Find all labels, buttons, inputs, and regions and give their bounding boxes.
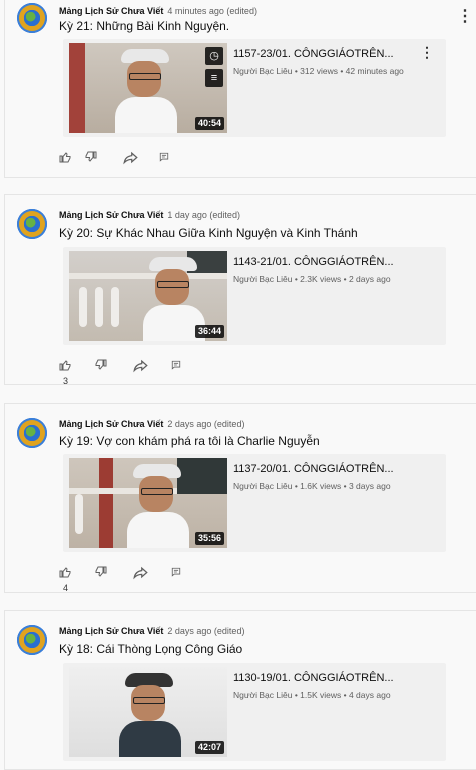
comment-text: Kỳ 20: Sự Khác Nhau Giữa Kinh Nguyện và … bbox=[59, 226, 358, 240]
video-thumbnail[interactable]: 35:56 bbox=[69, 458, 227, 548]
avatar[interactable] bbox=[17, 625, 47, 655]
author-name[interactable]: Mảng Lịch Sử Chưa Viết bbox=[59, 210, 163, 220]
reply-icon[interactable] bbox=[159, 149, 169, 165]
like-count: 3 bbox=[63, 376, 69, 386]
video-duration: 35:56 bbox=[194, 532, 224, 545]
queue-icon[interactable]: ≡ bbox=[205, 69, 223, 87]
author-line: Mảng Lịch Sử Chưa Viết 2 days ago (edited… bbox=[59, 418, 244, 430]
video-embed[interactable]: 36:44 1143-21/01. CÔNGGIÁOTRÊN... Người … bbox=[63, 247, 446, 345]
author-name[interactable]: Mảng Lịch Sử Chưa Viết bbox=[59, 419, 163, 429]
video-title[interactable]: 1130-19/01. CÔNGGIÁOTRÊN... bbox=[233, 671, 394, 685]
video-duration: 40:54 bbox=[194, 117, 224, 130]
video-title[interactable]: 1143-21/01. CÔNGGIÁOTRÊN... bbox=[233, 255, 394, 269]
video-meta: Người Bạc Liêu • 312 views • 42 minutes … bbox=[233, 66, 404, 76]
video-embed[interactable]: ◷ ≡ 40:54 1157-23/01. CÔNGGIÁOTRÊN... Ng… bbox=[63, 39, 446, 137]
video-embed[interactable]: 35:56 1137-20/01. CÔNGGIÁOTRÊN... Người … bbox=[63, 454, 446, 552]
video-embed[interactable]: 42:07 1130-19/01. CÔNGGIÁOTRÊN... Người … bbox=[63, 663, 446, 761]
comment-timestamp[interactable]: 1 day ago (edited) bbox=[167, 210, 240, 220]
author-line: Mảng Lịch Sử Chưa Viết 2 days ago (edited… bbox=[59, 625, 244, 637]
more-vert-icon[interactable]: ⋮ bbox=[420, 44, 434, 61]
share-icon[interactable] bbox=[133, 357, 148, 373]
video-meta: Người Bạc Liêu • 1.6K views • 3 days ago bbox=[233, 481, 391, 491]
video-meta: Người Bạc Liêu • 1.5K views • 4 days ago bbox=[233, 690, 391, 700]
comment-card: Mảng Lịch Sử Chưa Viết 4 minutes ago (edi… bbox=[4, 0, 476, 178]
share-icon[interactable] bbox=[123, 149, 138, 165]
comment-text: Kỳ 21: Những Bài Kinh Nguyện. bbox=[59, 19, 230, 33]
thumb-up-icon[interactable] bbox=[59, 149, 71, 165]
video-thumbnail[interactable]: ◷ ≡ 40:54 bbox=[69, 43, 227, 133]
avatar[interactable] bbox=[17, 3, 47, 33]
video-title[interactable]: 1157-23/01. CÔNGGIÁOTRÊN... bbox=[233, 47, 394, 61]
thumb-down-icon[interactable] bbox=[85, 149, 97, 165]
video-duration: 36:44 bbox=[194, 325, 224, 338]
comment-card: Mảng Lịch Sử Chưa Viết 1 day ago (edited)… bbox=[4, 194, 476, 386]
video-meta: Người Bạc Liêu • 2.3K views • 2 days ago bbox=[233, 274, 391, 284]
avatar[interactable] bbox=[17, 418, 47, 448]
comment-timestamp[interactable]: 2 days ago (edited) bbox=[167, 626, 244, 636]
comment-card: Mảng Lịch Sử Chưa Viết 2 days ago (edited… bbox=[4, 403, 476, 593]
video-title[interactable]: 1137-20/01. CÔNGGIÁOTRÊN... bbox=[233, 462, 394, 476]
thumb-up-icon[interactable]: 4 bbox=[59, 564, 71, 596]
author-line: Mảng Lịch Sử Chưa Viết 4 minutes ago (edi… bbox=[59, 5, 257, 17]
thumb-down-icon[interactable] bbox=[95, 564, 107, 580]
comment-card: Mảng Lịch Sử Chưa Viết 2 days ago (edited… bbox=[4, 610, 476, 770]
share-icon[interactable] bbox=[133, 564, 148, 580]
author-name[interactable]: Mảng Lịch Sử Chưa Viết bbox=[59, 626, 163, 636]
video-duration: 42:07 bbox=[194, 741, 224, 754]
thumb-down-icon[interactable] bbox=[95, 357, 107, 373]
author-name[interactable]: Mảng Lịch Sử Chưa Viết bbox=[59, 6, 163, 16]
video-thumbnail[interactable]: 42:07 bbox=[69, 667, 227, 757]
video-thumbnail[interactable]: 36:44 bbox=[69, 251, 227, 341]
comment-timestamp[interactable]: 4 minutes ago (edited) bbox=[167, 6, 257, 16]
thumb-up-icon[interactable]: 3 bbox=[59, 357, 71, 389]
comment-timestamp[interactable]: 2 days ago (edited) bbox=[167, 419, 244, 429]
author-line: Mảng Lịch Sử Chưa Viết 1 day ago (edited) bbox=[59, 209, 240, 221]
clock-icon[interactable]: ◷ bbox=[205, 47, 223, 65]
more-vert-icon[interactable]: ⋮ bbox=[457, 8, 473, 26]
comment-text: Kỳ 19: Vợ con khám phá ra tôi là Charlie… bbox=[59, 434, 320, 448]
comment-text: Kỳ 18: Cái Thòng Lọng Công Giáo bbox=[59, 642, 243, 656]
like-count: 4 bbox=[63, 583, 69, 593]
reply-icon[interactable] bbox=[171, 357, 181, 373]
reply-icon[interactable] bbox=[171, 564, 181, 580]
avatar[interactable] bbox=[17, 209, 47, 239]
